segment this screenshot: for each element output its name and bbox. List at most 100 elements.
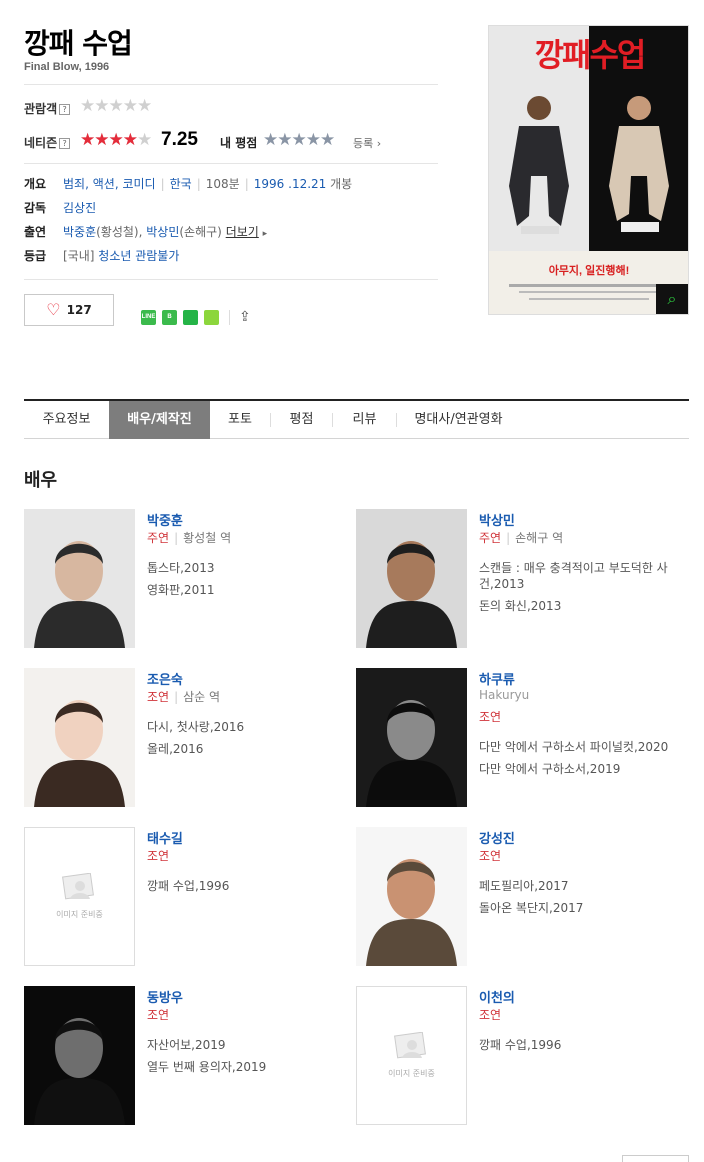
- actor-photo[interactable]: [356, 509, 467, 648]
- filmography-item[interactable]: 열두 번째 용의자,2019: [147, 1059, 357, 1075]
- netizen-stars: ★★★★★ ★★★★★ ★★★★★: [80, 130, 152, 150]
- register-rating-link[interactable]: 등록 ›: [353, 135, 381, 151]
- share-icon[interactable]: ⇪: [239, 309, 251, 325]
- memo-share-icon[interactable]: [204, 309, 219, 325]
- actor-card: 박중훈주연 | 황성철 역톱스타,2013 영화판,2011: [24, 509, 354, 649]
- filmography: 다만 악에서 구하소서 파이널컷,2020 다만 악에서 구하소서,2019: [479, 739, 689, 783]
- character-name: 황성철 역: [183, 531, 232, 545]
- placeholder-label: 이미지 준비중: [56, 910, 103, 919]
- actor-name-link[interactable]: 박상민: [479, 510, 515, 529]
- filmography-item[interactable]: 돈의 화신,2013: [479, 598, 689, 614]
- character-name: 손해구 역: [515, 531, 564, 545]
- actor-role: 주연 | 황성철 역: [147, 531, 232, 545]
- actor-photo[interactable]: [24, 509, 135, 648]
- filmography-item[interactable]: 페도필리아,2017: [479, 878, 689, 894]
- filmography-item[interactable]: 영화판,2011: [147, 582, 357, 598]
- heart-icon: ♡: [46, 300, 61, 319]
- share-icons: LINE B ⇪: [141, 309, 251, 325]
- movie-subtitle: Final Blow, 1996: [24, 61, 110, 73]
- director-link[interactable]: 김상진: [63, 201, 96, 215]
- grade-line: [국내] 청소년 관람불가: [63, 247, 179, 264]
- like-button[interactable]: ♡ 127: [24, 294, 114, 326]
- actor-name-link[interactable]: 태수길: [147, 828, 183, 847]
- cast-link[interactable]: 박상민: [146, 225, 179, 239]
- role-type: 조연: [147, 849, 170, 863]
- movie-poster[interactable]: 아무지, 일진행해! 깡패수업 ⌕: [488, 25, 689, 315]
- image-placeholder-icon: [393, 1032, 426, 1059]
- director-label: 감독: [24, 201, 47, 215]
- actor-name-link[interactable]: 이천의: [479, 987, 515, 1006]
- tab-2[interactable]: 포토: [210, 401, 270, 439]
- netizen-rating-label: 네티즌?: [24, 134, 71, 151]
- role-type: 조연: [147, 1008, 170, 1022]
- actor-photo-placeholder[interactable]: 이미지 준비중: [356, 986, 467, 1125]
- filmography-item[interactable]: 올레,2016: [147, 741, 357, 757]
- filmography-item[interactable]: 깡패 수업,1996: [479, 1037, 689, 1053]
- filmography-item[interactable]: 깡패 수업,1996: [147, 878, 357, 894]
- line-share-icon[interactable]: LINE: [141, 309, 156, 325]
- filmography: 톱스타,2013 영화판,2011: [147, 560, 357, 604]
- actor-role: 조연: [479, 1006, 501, 1023]
- actor-photo[interactable]: [24, 986, 135, 1125]
- zoom-icon[interactable]: ⌕: [656, 284, 688, 314]
- grade-link[interactable]: 청소년 관람불가: [98, 249, 179, 263]
- tab-bar: 주요정보 배우/제작진 포토 평점 리뷰 명대사/연관영화: [24, 399, 689, 439]
- tab-5[interactable]: 명대사/연관영화: [397, 401, 520, 439]
- actor-photo[interactable]: [24, 668, 135, 807]
- actor-name-link[interactable]: 조은숙: [147, 669, 183, 688]
- actor-role: 조연 | 삼순 역: [147, 690, 221, 704]
- filmography: 다시, 첫사랑,2016 올레,2016: [147, 719, 357, 763]
- actor-name-link[interactable]: 박중훈: [147, 510, 183, 529]
- help-icon[interactable]: ?: [59, 138, 71, 149]
- filmography-item[interactable]: 돌아온 복단지,2017: [479, 900, 689, 916]
- divider: [24, 84, 438, 85]
- placeholder-label: 이미지 준비중: [388, 1069, 435, 1078]
- filmography-item[interactable]: 톱스타,2013: [147, 560, 357, 576]
- genre-link[interactable]: 액션: [93, 177, 115, 191]
- genre-link[interactable]: 범죄: [63, 177, 85, 191]
- role-type: 조연: [479, 710, 502, 724]
- tab-1[interactable]: 배우/제작진: [109, 401, 210, 439]
- filmography-item[interactable]: 스캔들 : 매우 충격적이고 부도덕한 사건,2013: [479, 560, 689, 592]
- cast-link[interactable]: 박중훈: [63, 225, 96, 239]
- cast-role: (황성철): [96, 225, 139, 239]
- cast-label: 출연: [24, 225, 47, 239]
- actor-photo-placeholder[interactable]: 이미지 준비중: [24, 827, 135, 966]
- role-type: 주연: [479, 531, 502, 545]
- filmography-item[interactable]: 다시, 첫사랑,2016: [147, 719, 357, 735]
- filmography-item[interactable]: 다만 악에서 구하소서,2019: [479, 761, 689, 777]
- actor-card: 동방우조연자산어보,2019 열두 번째 용의자,2019: [24, 986, 354, 1126]
- actor-photo[interactable]: [356, 668, 467, 807]
- like-count: 127: [66, 303, 92, 317]
- tab-0[interactable]: 주요정보: [24, 401, 109, 439]
- actor-name-link[interactable]: 하쿠류: [479, 669, 515, 688]
- band-share-icon[interactable]: B: [162, 309, 177, 325]
- actor-photo[interactable]: [356, 827, 467, 966]
- filmography: 깡패 수업,1996: [479, 1037, 689, 1059]
- cast-role: (손해구): [179, 225, 222, 239]
- overview-label: 개요: [24, 177, 47, 191]
- actor-role: 조연: [147, 1006, 169, 1023]
- filmography-item[interactable]: 다만 악에서 구하소서 파이널컷,2020: [479, 739, 689, 755]
- bookmark-share-icon[interactable]: [183, 309, 198, 325]
- audience-rating-label: 관람객?: [24, 100, 71, 117]
- my-rating-stars[interactable]: ★★★★★: [263, 131, 335, 149]
- role-type: 조연: [479, 849, 502, 863]
- help-icon[interactable]: ?: [59, 104, 71, 115]
- genre-link[interactable]: 코미디: [122, 177, 155, 191]
- pagination[interactable]: [622, 1155, 689, 1162]
- my-rating-label: 내 평점: [220, 136, 258, 150]
- actor-name-link[interactable]: 동방우: [147, 987, 183, 1006]
- release-date-link[interactable]: 1996 .12.21: [254, 177, 327, 191]
- tab-3[interactable]: 평점: [271, 401, 332, 439]
- cast-line: 박중훈(황성철), 박상민(손해구) 더보기 ▸: [63, 223, 267, 240]
- filmography-item[interactable]: 자산어보,2019: [147, 1037, 357, 1053]
- divider: [24, 279, 438, 280]
- more-cast-link[interactable]: 더보기: [226, 225, 259, 239]
- tab-4[interactable]: 리뷰: [333, 401, 396, 439]
- actor-english-name: Hakuryu: [479, 688, 530, 702]
- country-link[interactable]: 한국: [170, 177, 192, 191]
- actor-role: 조연: [479, 708, 501, 725]
- actor-name-link[interactable]: 강성진: [479, 828, 515, 847]
- divider: [24, 163, 438, 164]
